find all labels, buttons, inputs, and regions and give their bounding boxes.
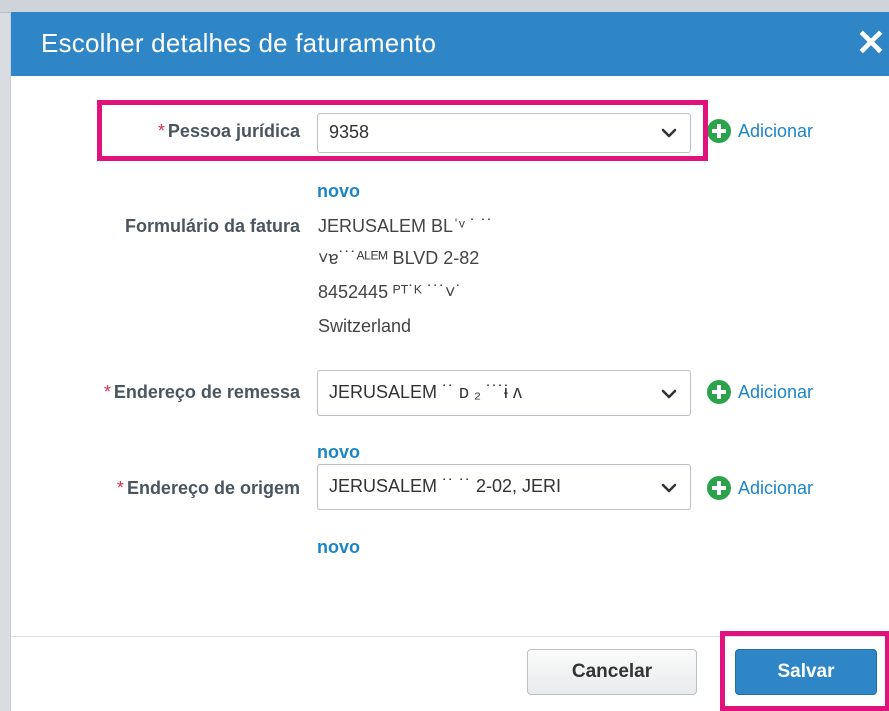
legal-entity-select[interactable]: 9358 [317,113,691,153]
add-link-text[interactable]: Adicionar [738,478,813,499]
chevron-down-icon [661,389,677,399]
close-icon[interactable]: ✕ [854,25,888,61]
ship-to-select[interactable]: JERUSALEM ˙˙ ᴅ ₂ ˙˙˙ɨ ʌ [317,370,691,416]
invoice-address-line-2: ˅ɐ˙˙˙ᴬᴸᴱᴹ BLVD 2-82 [318,248,480,268]
ship-to-value: JERUSALEM ˙˙ ᴅ ₂ ˙˙˙ɨ ʌ [329,382,522,402]
legal-entity-value: 9358 [329,122,370,142]
ship-to-label-text: Endereço de remessa [113,382,300,402]
add-link-text[interactable]: Adicionar [738,382,813,403]
required-mark: * [103,382,111,402]
add-link-text[interactable]: Adicionar [738,121,813,142]
add-link-text-novo[interactable]: novo [317,537,360,558]
ship-from-value: JERUSALEM ˙˙ ˙˙ 2-02, JERI [329,476,562,496]
legal-entity-label-text: Pessoa jurídica [167,121,300,141]
ship-to-label: * Endereço de remessa [104,382,300,403]
ship-from-select[interactable]: JERUSALEM ˙˙ ˙˙ 2-02, JERI [317,464,691,510]
invoice-form-label: Formulário da fatura [124,216,300,236]
dialog-title: Escolher detalhes de faturamento [41,28,437,58]
save-button[interactable]: Salvar [735,649,877,695]
required-mark: * [157,121,165,141]
legal-entity-label: * Pessoa jurídica [158,121,300,142]
invoice-address-line-1: JERUSALEM BLˈᵛ ˙ ˙˙ [318,216,493,236]
chevron-down-icon [661,128,677,138]
dialog-titlebar: Escolher detalhes de faturamento ✕ [11,12,889,76]
cancel-button[interactable]: Cancelar [527,649,697,695]
add-circle-icon [707,380,731,404]
add-circle-icon [707,476,731,500]
ship-from-label-text: Endereço de origem [126,478,300,498]
add-circle-icon [707,119,731,143]
ship-from-label: * Endereço de origem [117,478,300,499]
billing-details-dialog: Escolher detalhes de faturamento ✕ * Pess… [10,12,889,711]
invoice-address-line-3: 8452445 ᴾᵀ˙ᴷ ˙˙˙˅˙ [318,282,462,302]
invoice-address-line-4: Switzerland [318,316,412,336]
chevron-down-icon [661,483,677,493]
footer-divider [11,636,889,637]
required-mark: * [116,478,124,498]
add-link-text-novo[interactable]: novo [317,181,360,202]
add-link-text-novo[interactable]: novo [317,442,360,463]
